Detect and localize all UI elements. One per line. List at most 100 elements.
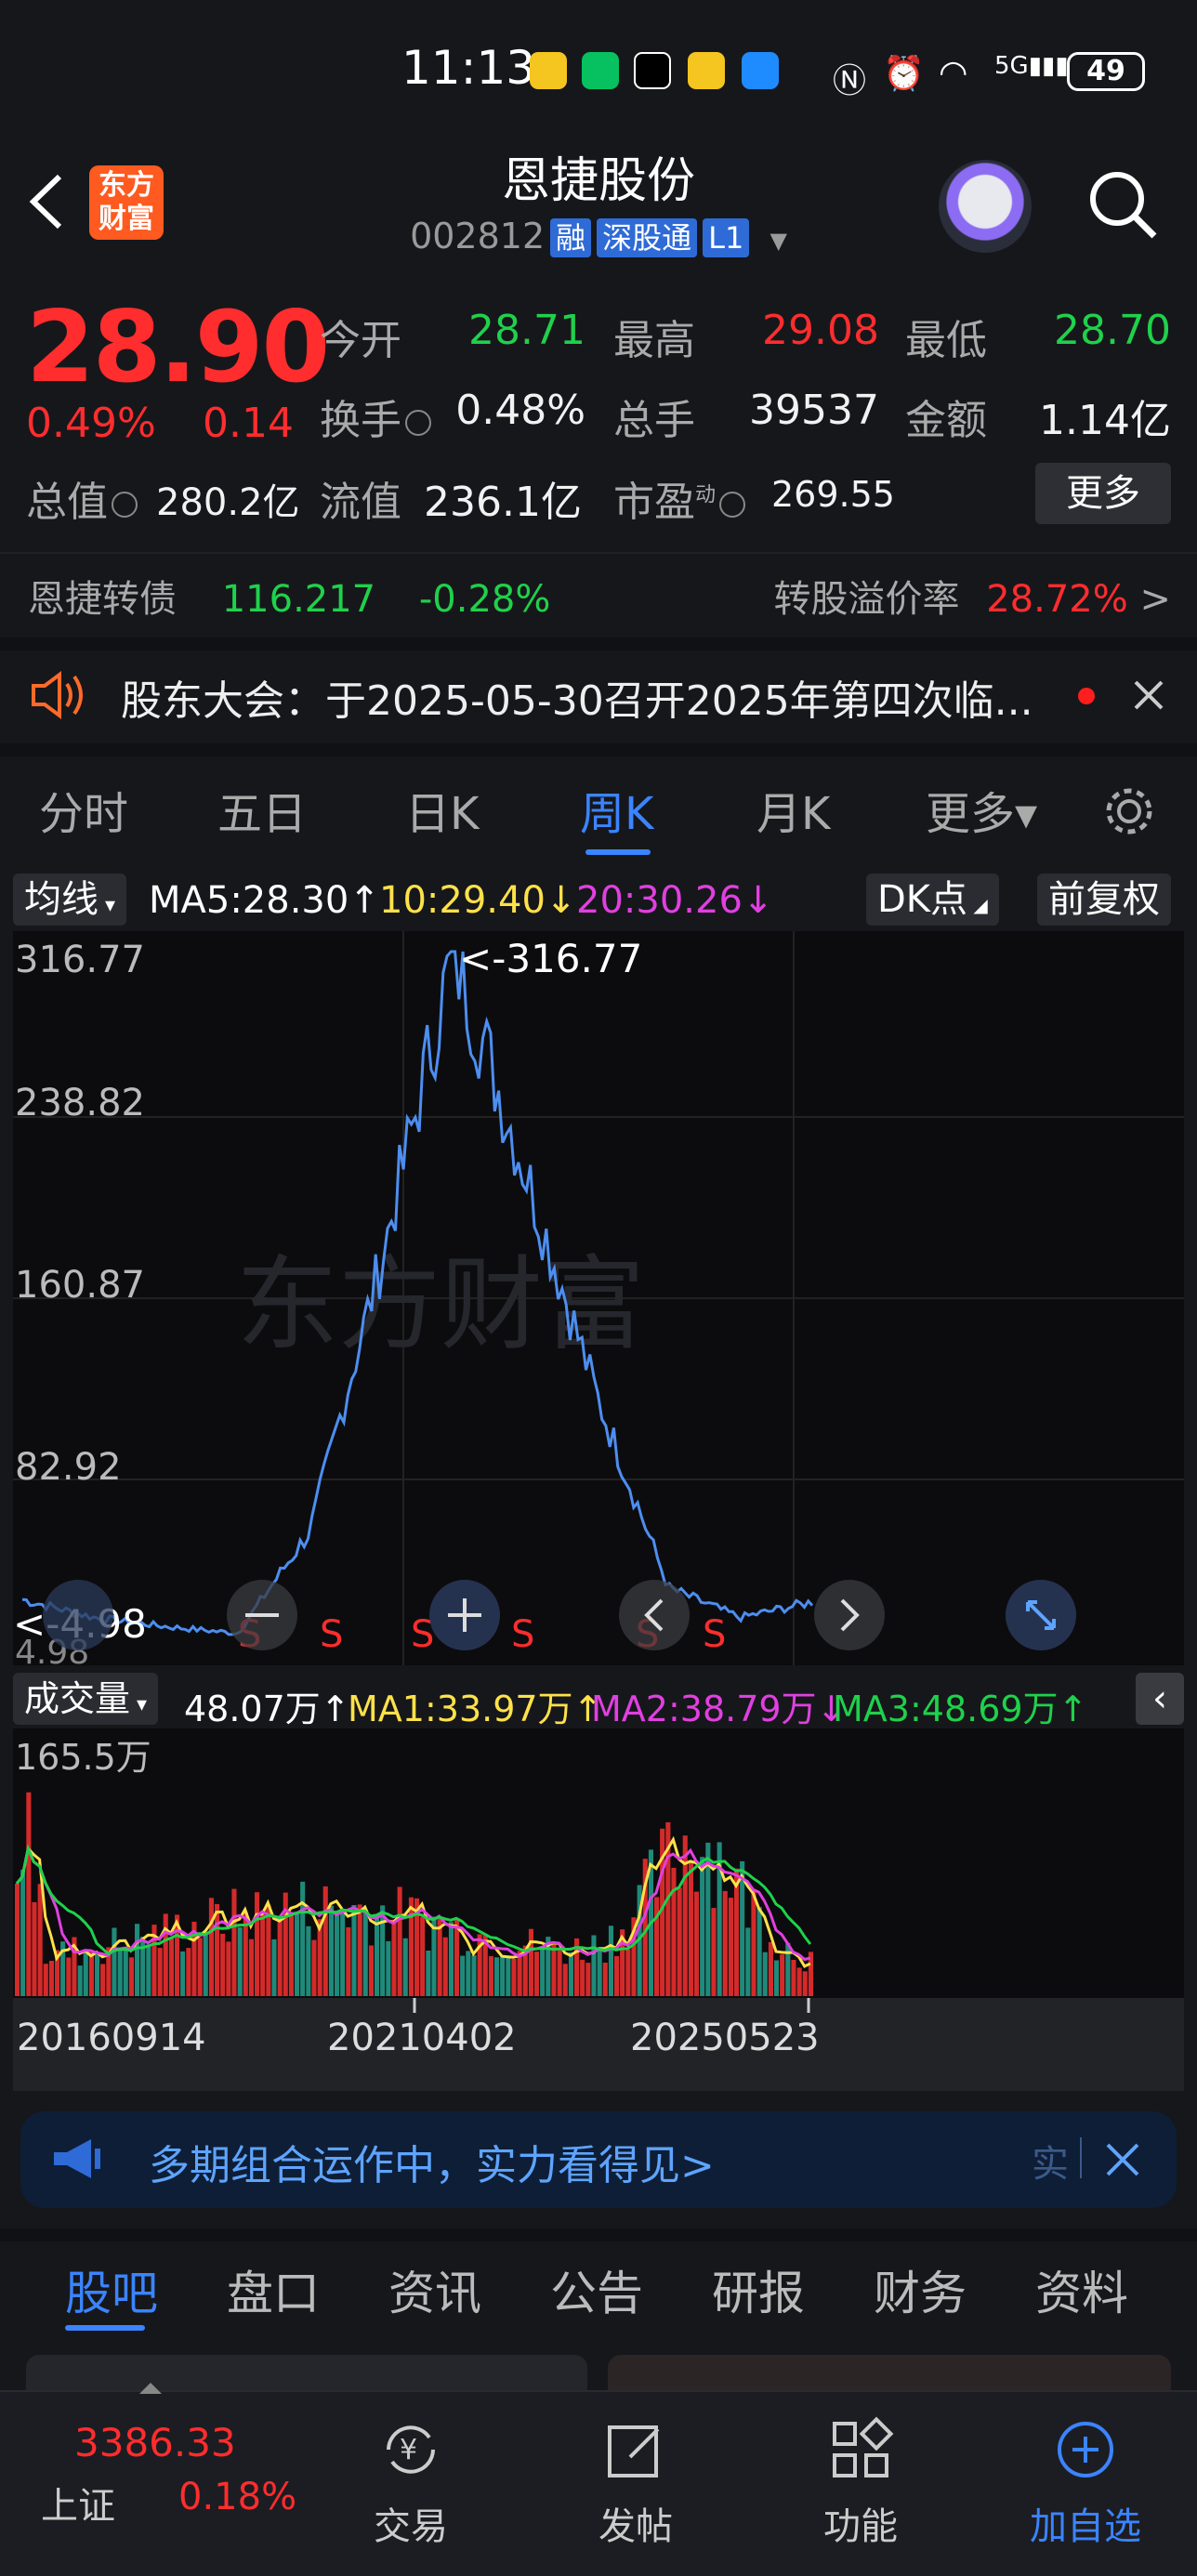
tab-weekly-k[interactable]: 周K xyxy=(580,777,653,842)
x-tick-0: 20160914 xyxy=(17,2017,206,2059)
volume-bar xyxy=(311,1939,317,1996)
volume-bar xyxy=(796,1967,802,1996)
volume-legend-row: 成交量 ▾ 48.07万↑ MA1:33.97万↑ MA2:38.79万↓ MA… xyxy=(13,1673,1184,1729)
banner-divider xyxy=(1080,2137,1082,2178)
volume-bar xyxy=(557,1950,562,1996)
nfc-icon: Ⓝ xyxy=(833,62,867,100)
volume-bar xyxy=(300,1881,306,1996)
tab-guba[interactable]: 股吧 xyxy=(65,2256,158,2323)
nav-trade[interactable]: ¥ 交易 xyxy=(346,2416,476,2550)
volume-bar xyxy=(157,1948,163,1996)
tab-five-day[interactable]: 五日 xyxy=(217,777,307,842)
tab-research[interactable]: 研报 xyxy=(712,2256,805,2323)
gear-icon[interactable] xyxy=(1100,782,1158,840)
tab-daily-k[interactable]: 日K xyxy=(405,777,479,842)
market-cap-label[interactable]: 总值 xyxy=(26,468,138,528)
volume-bar xyxy=(460,1955,466,1996)
add-circle-icon xyxy=(1058,2422,1113,2477)
nav-function[interactable]: 功能 xyxy=(796,2416,926,2550)
post-card[interactable] xyxy=(608,2355,1171,2392)
banner-overflow-text: 实 xyxy=(1032,2143,1069,2186)
clock: 11:13 xyxy=(401,41,536,95)
volume-bar xyxy=(551,1943,557,1996)
volume-bar xyxy=(380,1905,386,1996)
tab-more[interactable]: 更多▾ xyxy=(926,777,1037,842)
tab-announcements[interactable]: 公告 xyxy=(550,2256,643,2323)
tab-intraday[interactable]: 分时 xyxy=(39,777,128,842)
collapse-button[interactable]: ‹ xyxy=(1136,1673,1184,1725)
sell-marker: S xyxy=(511,1613,534,1656)
volume-bar xyxy=(802,1971,808,1996)
open-value: 28.71 xyxy=(468,307,585,354)
ma10-value: 10:29.40↓ xyxy=(379,879,577,922)
volume-bars xyxy=(15,1792,813,1996)
assistant-robot-icon[interactable] xyxy=(939,160,1032,253)
volume-bar xyxy=(608,1925,613,1996)
ma20-value: 20:30.26↓ xyxy=(576,879,774,922)
expand-up-icon[interactable] xyxy=(139,2383,162,2394)
volume-label: 总手 xyxy=(613,397,695,444)
info-icon xyxy=(405,410,431,436)
tag-margin: 融 xyxy=(550,218,592,257)
volume-bar xyxy=(117,1947,123,1996)
volume-bar xyxy=(426,1951,431,1996)
volume-bar xyxy=(774,1960,780,1996)
volume-bar xyxy=(528,1928,533,1996)
volume-chart[interactable]: 165.5万 20160914 20210402 20250523 xyxy=(13,1728,1184,2091)
volume-bar xyxy=(351,1905,357,1996)
more-button[interactable]: 更多 xyxy=(1035,463,1171,524)
sell-marker: S xyxy=(703,1613,726,1656)
adjust-button[interactable]: 前复权 xyxy=(1037,874,1171,926)
volume-dropdown[interactable]: 成交量 ▾ xyxy=(13,1673,159,1725)
volume-bar xyxy=(215,1903,220,1996)
tab-monthly-k[interactable]: 月K xyxy=(756,777,830,842)
section-gap xyxy=(0,637,1197,651)
volume-bar xyxy=(295,1912,300,1996)
volume-bar xyxy=(791,1960,796,1996)
wechat-icon xyxy=(582,52,619,89)
tab-profile[interactable]: 资料 xyxy=(1035,2256,1128,2323)
volume-bar xyxy=(66,1957,72,1996)
float-cap-label: 流值 xyxy=(320,479,401,526)
volume-bar xyxy=(266,1904,271,1996)
close-icon[interactable] xyxy=(1102,2139,1143,2180)
high-label: 最高 xyxy=(613,317,695,364)
turnover-label[interactable]: 换手 xyxy=(320,387,431,446)
change-amount: 0.14 xyxy=(203,400,294,447)
volume-bar xyxy=(43,1964,48,1996)
index-value[interactable]: 3386.33 xyxy=(74,2420,236,2465)
pe-label[interactable]: 市盈动 xyxy=(613,468,746,528)
nav-post-label: 发帖 xyxy=(598,2505,673,2548)
nav-add-watchlist[interactable]: 加自选 xyxy=(1020,2416,1151,2550)
volume-bar xyxy=(346,1926,351,1996)
chevron-down-icon: ▼ xyxy=(770,228,787,254)
volume-bar xyxy=(112,1927,117,1996)
vol-ma1: MA1:33.97万↑ xyxy=(348,1689,603,1729)
ma-dropdown[interactable]: 均线 ▾ xyxy=(13,874,127,926)
close-icon[interactable] xyxy=(1130,677,1167,714)
active-tab-indicator xyxy=(65,2325,145,2331)
weekly-k-chart[interactable]: 东方财富 316.77 238.82 160.87 82.92 4.98 <-3… xyxy=(13,931,1184,1665)
dk-point-button[interactable]: DK点 ◢ xyxy=(866,874,999,926)
chart-controls[interactable] xyxy=(43,1580,1076,1650)
nav-post[interactable]: 发帖 xyxy=(571,2416,701,2550)
tag-connect: 深股通 xyxy=(597,218,698,257)
section-gap xyxy=(0,743,1197,756)
volume-bar xyxy=(15,1884,20,1996)
info-icon xyxy=(719,492,746,518)
volume-bar xyxy=(391,1919,397,1996)
y-tick-2: 160.87 xyxy=(15,1264,145,1307)
active-tab-indicator xyxy=(585,849,651,855)
nav-add-label: 加自选 xyxy=(1030,2505,1141,2548)
tab-order-book[interactable]: 盘口 xyxy=(227,2256,320,2323)
tab-news[interactable]: 资讯 xyxy=(388,2256,481,2323)
info-icon xyxy=(112,492,138,518)
volume-bar xyxy=(100,1964,106,1996)
convertible-name: 恩捷转债 xyxy=(28,578,177,621)
volume-bar xyxy=(271,1939,277,1996)
convertible-bond-row[interactable]: 恩捷转债 116.217 -0.28% 转股溢价率 28.72% > xyxy=(28,569,1171,623)
post-card[interactable] xyxy=(26,2355,587,2392)
tab-financials[interactable]: 财务 xyxy=(874,2256,967,2323)
search-icon[interactable] xyxy=(1085,167,1160,242)
pe-superscript: 动 xyxy=(695,483,717,507)
